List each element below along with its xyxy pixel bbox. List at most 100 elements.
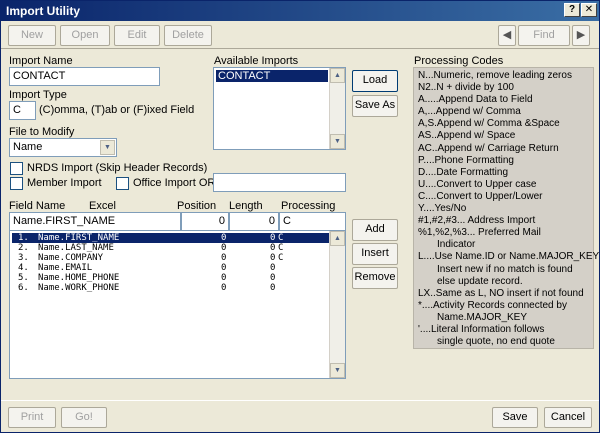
row-length: 0 (270, 263, 276, 273)
table-row[interactable]: 4. Name.EMAIL 0 0 (12, 263, 334, 273)
row-position: 0 (221, 263, 227, 273)
processing-code-line: AS..Append w/ Space (418, 130, 516, 142)
member-import-label: Member Import (27, 177, 102, 189)
import-utility-window: Import Utility ? ✕ New Open Edit Delete … (0, 0, 600, 433)
processing-code-line: C....Convert to Upper/Lower (418, 190, 543, 202)
row-number: 4. (18, 263, 29, 273)
row-position: 0 (221, 243, 227, 253)
previous-arrow-icon[interactable]: ◀ (498, 25, 516, 46)
toolbar: New Open Edit Delete ◀ Find ▶ (1, 21, 599, 49)
import-name-input[interactable]: CONTACT (9, 67, 160, 86)
processing-header: Processing (281, 200, 336, 212)
save-as-button[interactable]: Save As (352, 95, 398, 117)
close-button[interactable]: ✕ (581, 3, 597, 17)
import-type-hint: (C)omma, (T)ab or (F)ixed Field (39, 104, 195, 116)
import-type-input[interactable]: C (9, 101, 36, 120)
table-row[interactable]: 3. Name.COMPANY 0 0 C (12, 253, 334, 263)
next-arrow-icon[interactable]: ▶ (572, 25, 590, 46)
member-import-checkbox[interactable] (10, 177, 23, 190)
row-field-name: Name.EMAIL (38, 263, 93, 273)
scroll-up-icon[interactable]: ▲ (330, 231, 345, 246)
delete-button[interactable]: Delete (164, 25, 212, 46)
row-length: 0 (270, 283, 276, 293)
processing-input[interactable]: C (279, 212, 346, 231)
processing-code-line: AC..Append w/ Carriage Return (418, 142, 559, 154)
load-button[interactable]: Load (352, 70, 398, 92)
file-to-modify-label: File to Modify (9, 126, 75, 138)
import-type-label: Import Type (9, 89, 67, 101)
file-to-modify-select[interactable]: Name ▼ (9, 138, 117, 157)
processing-code-line: U....Convert to Upper case (418, 178, 537, 190)
chevron-down-icon[interactable]: ▼ (100, 140, 115, 155)
edit-button[interactable]: Edit (114, 25, 160, 46)
available-imports-list[interactable]: CONTACT ▲ ▼ (213, 67, 346, 150)
row-length: 0 (270, 243, 276, 253)
row-number: 5. (18, 273, 29, 283)
length-header: Length (229, 200, 263, 212)
processing-code-line: else update record. (437, 275, 523, 287)
scroll-down-icon[interactable]: ▼ (330, 363, 345, 378)
row-processing: C (278, 243, 284, 253)
processing-code-line: %1,%2,%3... Preferred Mail (418, 227, 541, 239)
field-name-header: Field Name (9, 200, 66, 212)
open-button[interactable]: Open (60, 25, 110, 46)
processing-code-line: A.....Append Data to Field (418, 94, 533, 106)
import-name-label: Import Name (9, 55, 73, 67)
help-button[interactable]: ? (564, 3, 580, 17)
nrds-import-label: NRDS Import (Skip Header Records) (27, 162, 208, 174)
row-position: 0 (221, 273, 227, 283)
row-number: 1. (18, 233, 29, 243)
title-bar: Import Utility ? ✕ (1, 1, 599, 21)
processing-code-line: A,...Append w/ Comma (418, 106, 521, 118)
processing-code-line: Y....Yes/No (418, 203, 467, 215)
row-processing: C (278, 253, 284, 263)
field-name-input[interactable]: Name.FIRST_NAME (9, 212, 181, 231)
find-button[interactable]: Find (518, 25, 570, 46)
processing-code-line: N2..N + divide by 100 (418, 82, 514, 94)
processing-code-line: single quote, no end quote (437, 336, 555, 348)
row-number: 2. (18, 243, 29, 253)
nrds-import-checkbox[interactable] (10, 162, 23, 175)
table-row[interactable]: 1. Name.FIRST_NAME 0 0 C (12, 233, 334, 243)
position-header: Position (177, 200, 217, 212)
file-to-modify-value: Name (13, 141, 43, 153)
office-import-input[interactable] (213, 173, 346, 192)
table-row[interactable]: 2. Name.LAST_NAME 0 0 C (12, 243, 334, 253)
scrollbar[interactable]: ▲ ▼ (329, 231, 345, 378)
add-button[interactable]: Add (352, 219, 398, 241)
scroll-up-icon[interactable]: ▲ (330, 68, 345, 83)
insert-button[interactable]: Insert (352, 243, 398, 265)
processing-code-line: L....Use Name.ID or Name.MAJOR_KEY (418, 251, 600, 263)
go-button[interactable]: Go! (61, 407, 107, 428)
processing-code-line: A,S.Append w/ Comma &Space (418, 118, 560, 130)
length-input[interactable]: 0 (229, 212, 279, 231)
scrollbar[interactable]: ▲ ▼ (329, 68, 345, 149)
print-button[interactable]: Print (8, 407, 56, 428)
cancel-button[interactable]: Cancel (544, 407, 592, 428)
processing-code-line: LX..Same as L, NO insert if not found (418, 287, 584, 299)
row-length: 0 (270, 273, 276, 283)
row-field-name: Name.FIRST_NAME (38, 233, 120, 243)
position-input[interactable]: 0 (181, 212, 229, 231)
row-field-name: Name.LAST_NAME (38, 243, 114, 253)
new-button[interactable]: New (8, 25, 56, 46)
row-length: 0 (270, 233, 276, 243)
row-position: 0 (221, 283, 227, 293)
scroll-down-icon[interactable]: ▼ (330, 134, 345, 149)
save-button[interactable]: Save (492, 407, 538, 428)
available-imports-label: Available Imports (214, 55, 299, 67)
window-title: Import Utility (6, 4, 80, 18)
office-import-checkbox[interactable] (116, 177, 129, 190)
remove-button[interactable]: Remove (352, 267, 398, 289)
processing-codes-panel: N...Numeric, remove leading zeros N2..N +… (413, 67, 600, 349)
table-row[interactable]: 6. Name.WORK_PHONE 0 0 (12, 283, 334, 293)
list-item[interactable]: CONTACT (216, 70, 328, 82)
processing-codes-title: Processing Codes (414, 55, 504, 67)
table-row[interactable]: 5. Name.HOME_PHONE 0 0 (12, 273, 334, 283)
processing-code-line: '....Literal Information follows (418, 323, 545, 335)
field-list[interactable]: 1. Name.FIRST_NAME 0 0 C 2. Name.LAST_NA… (9, 230, 346, 379)
row-field-name: Name.WORK_PHONE (38, 283, 120, 293)
excel-header: Excel (89, 200, 116, 212)
row-length: 0 (270, 253, 276, 263)
row-position: 0 (221, 233, 227, 243)
